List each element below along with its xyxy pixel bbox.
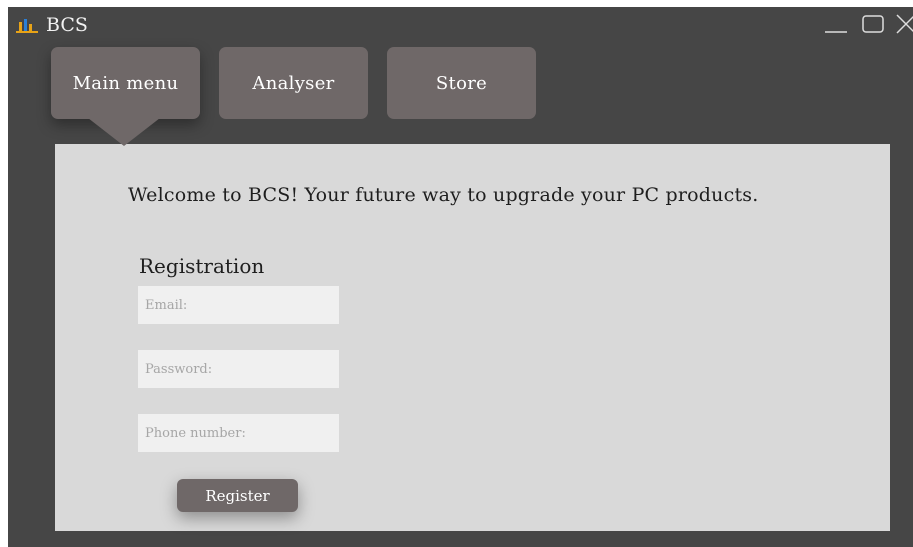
- active-tab-pointer: [88, 118, 160, 146]
- tab-analyser[interactable]: Analyser: [219, 47, 368, 119]
- tab-store[interactable]: Store: [387, 47, 536, 119]
- welcome-message: Welcome to BCS! Your future way to upgra…: [128, 184, 759, 206]
- close-icon[interactable]: [894, 13, 913, 35]
- tab-main-menu[interactable]: Main menu: [51, 47, 200, 119]
- password-field[interactable]: [138, 350, 339, 388]
- maximize-icon[interactable]: [861, 13, 885, 35]
- registration-heading: Registration: [139, 254, 265, 278]
- phone-number-field[interactable]: [138, 414, 339, 452]
- main-content-panel: Welcome to BCS! Your future way to upgra…: [55, 144, 890, 531]
- bar-chart-icon: [16, 19, 38, 33]
- email-field[interactable]: [138, 286, 339, 324]
- register-button[interactable]: Register: [177, 479, 298, 512]
- title-bar[interactable]: BCS: [8, 7, 913, 41]
- minimize-icon[interactable]: [824, 13, 848, 35]
- app-window: BCS Main menu Analyser Store Welcome to …: [8, 7, 913, 547]
- window-title: BCS: [46, 14, 88, 36]
